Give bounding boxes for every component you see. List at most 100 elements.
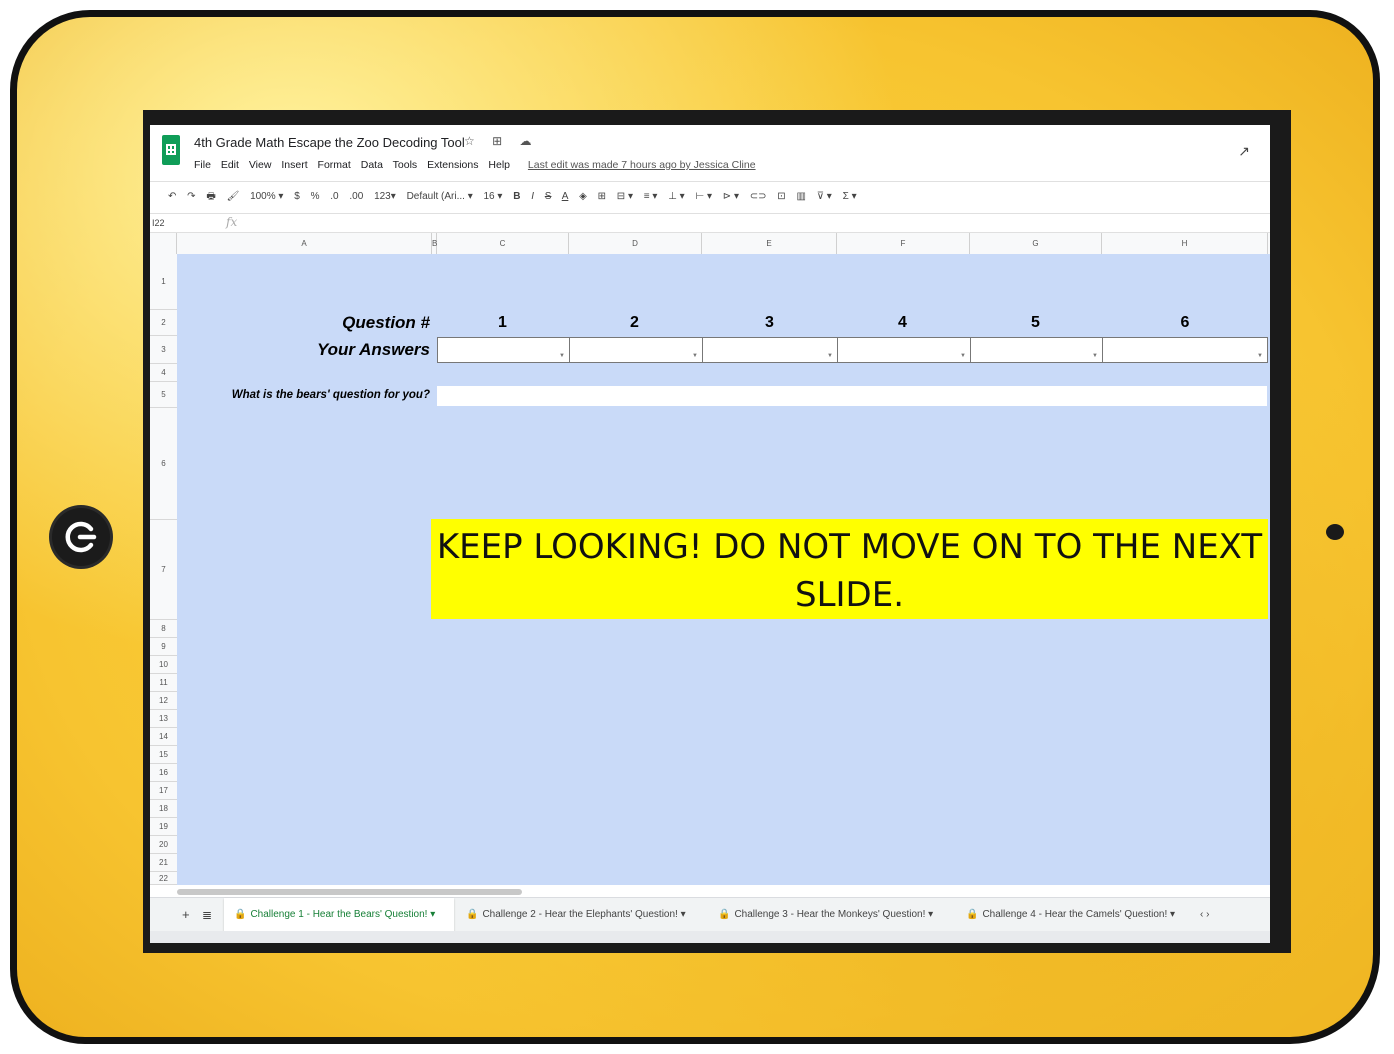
column-header-d[interactable]: D (569, 233, 702, 254)
tab-label: Challenge 1 - Hear the Bears' Question! (250, 909, 428, 920)
borders-icon[interactable]: ⊞ (598, 191, 606, 202)
menu-help[interactable]: Help (488, 159, 510, 171)
column-header-e[interactable]: E (702, 233, 837, 254)
row-header-8[interactable]: 8 (150, 620, 177, 638)
row-header-16[interactable]: 16 (150, 764, 177, 782)
star-move-cloud-icons[interactable]: ☆ ⊞ ☁ (464, 134, 538, 148)
row-header-4[interactable]: 4 (150, 364, 177, 382)
text-color-button[interactable]: A (562, 191, 569, 202)
answer-dropdown-1[interactable]: ▼ (437, 337, 570, 363)
increase-decimal-button[interactable]: .00 (349, 191, 363, 202)
tab-challenge-2[interactable]: 🔒 Challenge 2 - Hear the Elephants' Quest… (456, 898, 708, 932)
row-header-18[interactable]: 18 (150, 800, 177, 818)
comment-icon[interactable]: ⊡ (777, 191, 785, 202)
row-header-20[interactable]: 20 (150, 836, 177, 854)
percent-button[interactable]: % (311, 191, 320, 202)
vertical-align-icon[interactable]: ⊥ ▾ (668, 191, 685, 202)
formula-bar: I22 fx (150, 213, 1270, 233)
zoom-select[interactable]: 100% ▾ (250, 191, 283, 202)
column-header-f[interactable]: F (837, 233, 970, 254)
camera-dot (1326, 524, 1344, 540)
redo-icon[interactable]: ↷ (187, 191, 195, 202)
currency-button[interactable]: $ (294, 191, 300, 202)
number-format-select[interactable]: 123▾ (374, 191, 396, 202)
menu-tools[interactable]: Tools (393, 159, 418, 171)
fill-color-icon[interactable]: ◈ (579, 191, 587, 202)
print-icon[interactable]: 🖶 (206, 191, 215, 202)
column-header-c[interactable]: C (437, 233, 569, 254)
tab-scroll-arrows[interactable]: ‹ › (1190, 898, 1219, 932)
dropdown-arrow-icon: ▼ (559, 353, 565, 359)
row-header-13[interactable]: 13 (150, 710, 177, 728)
row-header-21[interactable]: 21 (150, 854, 177, 872)
row-header-6[interactable]: 6 (150, 408, 177, 520)
row-header-11[interactable]: 11 (150, 674, 177, 692)
horizontal-align-icon[interactable]: ≡ ▾ (644, 191, 658, 202)
column-header-h[interactable]: H (1102, 233, 1268, 254)
font-select[interactable]: Default (Ari... ▾ (407, 191, 473, 202)
answer-dropdown-2[interactable]: ▼ (569, 337, 703, 363)
decrease-decimal-button[interactable]: .0 (330, 191, 338, 202)
row-header-9[interactable]: 9 (150, 638, 177, 656)
horizontal-scrollbar[interactable] (177, 889, 522, 895)
row-header-14[interactable]: 14 (150, 728, 177, 746)
name-box[interactable]: I22 (152, 218, 165, 228)
bears-question-input[interactable] (437, 386, 1267, 406)
row-header-3[interactable]: 3 (150, 336, 177, 364)
all-sheets-button[interactable]: ≣ (192, 898, 222, 932)
activity-trend-icon[interactable]: ↗ (1238, 143, 1250, 160)
strikethrough-button[interactable]: S (545, 191, 552, 202)
dropdown-arrow-icon: ▼ (1092, 353, 1098, 359)
functions-icon[interactable]: Σ ▾ (843, 191, 857, 202)
sheets-window: 4th Grade Math Escape the Zoo Decoding T… (150, 125, 1270, 943)
row-header-12[interactable]: 12 (150, 692, 177, 710)
row-header-15[interactable]: 15 (150, 746, 177, 764)
column-header-g[interactable]: G (970, 233, 1102, 254)
row-headers: 1 2 3 4 5 6 7 8 9 10 11 12 13 14 15 16 1… (150, 254, 178, 885)
row-header-19[interactable]: 19 (150, 818, 177, 836)
your-answers-label: Your Answers (316, 340, 430, 359)
row-header-2[interactable]: 2 (150, 310, 177, 336)
link-icon[interactable]: ⊂⊃ (750, 191, 767, 202)
bold-button[interactable]: B (513, 191, 520, 202)
menu-insert[interactable]: Insert (281, 159, 307, 171)
question-number-4: 4 (898, 314, 907, 331)
answer-dropdown-3[interactable]: ▼ (702, 337, 838, 363)
font-size-select[interactable]: 16 ▾ (484, 191, 503, 202)
row-header-1[interactable]: 1 (150, 254, 177, 310)
row-header-22[interactable]: 22 (150, 872, 177, 885)
lock-icon: 🔒 (466, 909, 479, 920)
lock-icon: 🔒 (718, 909, 731, 920)
tab-challenge-4[interactable]: 🔒 Challenge 4 - Hear the Camels' Question… (956, 898, 1192, 932)
answer-dropdown-6[interactable]: ▼ (1102, 337, 1268, 363)
text-rotate-icon[interactable]: ⊳ ▾ (723, 191, 739, 202)
filter-icon[interactable]: ⊽ ▾ (817, 191, 832, 202)
tab-challenge-1[interactable]: 🔒 Challenge 1 - Hear the Bears' Question!… (224, 898, 454, 932)
menu-data[interactable]: Data (361, 159, 383, 171)
row-header-17[interactable]: 17 (150, 782, 177, 800)
row-header-10[interactable]: 10 (150, 656, 177, 674)
dropdown-arrow-icon: ▼ (960, 353, 966, 359)
answer-dropdown-5[interactable]: ▼ (970, 337, 1103, 363)
menu-view[interactable]: View (249, 159, 272, 171)
sheets-logo-icon[interactable] (162, 135, 180, 165)
home-button[interactable] (52, 508, 110, 566)
text-wrap-icon[interactable]: ⊢ ▾ (695, 191, 712, 202)
answer-dropdown-4[interactable]: ▼ (837, 337, 971, 363)
paint-format-icon[interactable]: 🖌 (227, 191, 240, 202)
menu-file[interactable]: File (194, 159, 211, 171)
undo-icon[interactable]: ↶ (168, 191, 176, 202)
menu-edit[interactable]: Edit (221, 159, 239, 171)
corner-cell[interactable] (150, 233, 177, 254)
column-header-a[interactable]: A (177, 233, 432, 254)
row-header-7[interactable]: 7 (150, 520, 177, 620)
last-edit-link[interactable]: Last edit was made 7 hours ago by Jessic… (528, 159, 756, 171)
chart-icon[interactable]: ▥ (796, 191, 805, 202)
document-title[interactable]: 4th Grade Math Escape the Zoo Decoding T… (194, 135, 465, 150)
italic-button[interactable]: I (531, 191, 534, 202)
tab-challenge-3[interactable]: 🔒 Challenge 3 - Hear the Monkeys' Questio… (708, 898, 956, 932)
merge-cells-icon[interactable]: ⊟ ▾ (617, 191, 633, 202)
menu-extensions[interactable]: Extensions (427, 159, 478, 171)
menu-format[interactable]: Format (318, 159, 351, 171)
row-header-5[interactable]: 5 (150, 382, 177, 408)
